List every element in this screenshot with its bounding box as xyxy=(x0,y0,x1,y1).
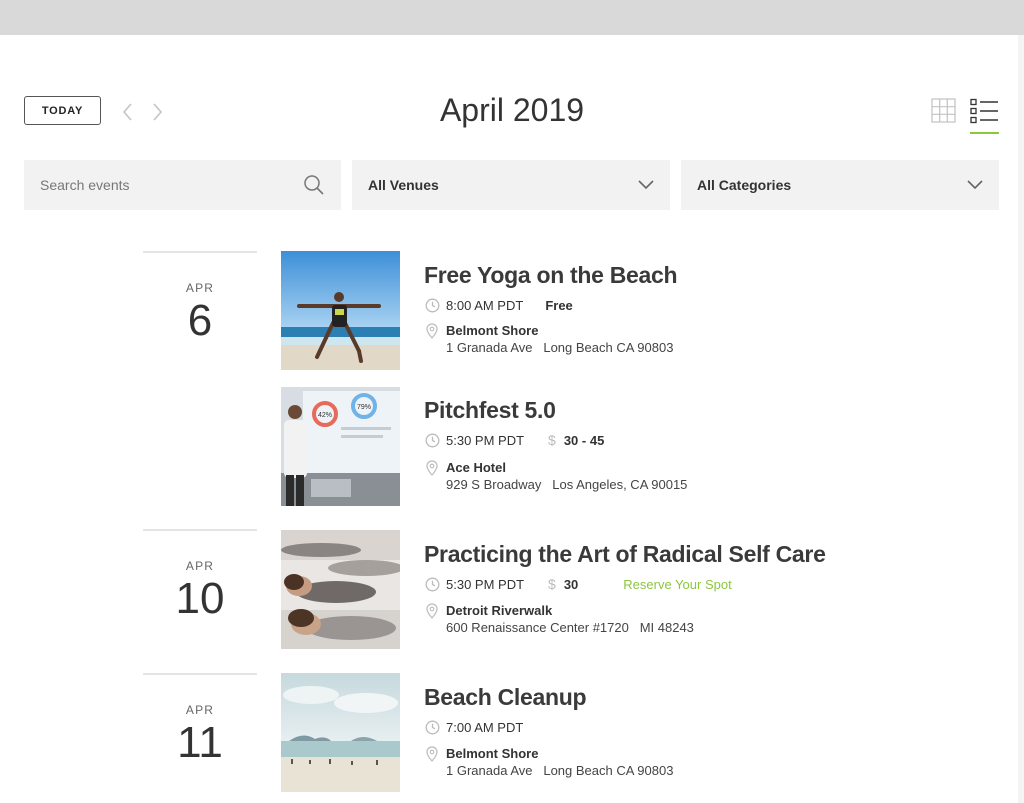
date-month: APR xyxy=(185,703,215,717)
thumb-stat-label: 79% xyxy=(357,404,371,411)
location-pin-icon xyxy=(426,603,438,619)
venue-street: 600 Renaissance Center #1720 xyxy=(446,620,629,635)
date-block: APR 6 xyxy=(143,251,257,345)
event-meta: 8:00 AM PDT Free xyxy=(424,296,573,314)
venue-name[interactable]: Detroit Riverwalk xyxy=(446,603,552,618)
search-input[interactable]: Search events xyxy=(24,160,341,210)
clock-icon xyxy=(424,297,440,313)
date-block: APR 10 xyxy=(143,529,257,623)
location-pin-icon xyxy=(426,746,438,762)
location-pin-icon xyxy=(426,323,438,339)
categories-select-value: All Categories xyxy=(697,177,792,193)
event-time: 5:30 PM PDT xyxy=(446,576,525,592)
event-meta: 7:00 AM PDT xyxy=(424,718,523,736)
browser-top-bar xyxy=(0,0,1024,35)
venue-street: 1 Granada Ave xyxy=(446,340,533,355)
venue-address: 1 Granada Ave Long Beach CA 90803 xyxy=(446,340,673,355)
venue-city: Long Beach CA 90803 xyxy=(543,340,674,355)
venue-address: 1 Granada Ave Long Beach CA 90803 xyxy=(446,763,673,778)
month-title: April 2019 xyxy=(439,92,585,128)
date-block: APR 11 xyxy=(143,673,257,767)
date-day: 10 xyxy=(175,574,225,623)
page-scrollbar[interactable] xyxy=(1018,35,1024,803)
venue-city: MI 48243 xyxy=(639,620,694,635)
venue-street: 929 S Broadway xyxy=(446,477,542,492)
location-pin-icon xyxy=(426,460,438,476)
chevron-down-icon xyxy=(638,180,654,190)
clock-icon xyxy=(424,719,440,735)
date-month: APR xyxy=(185,281,215,295)
clock-icon xyxy=(424,576,440,592)
clock-icon xyxy=(424,432,440,448)
event-cost: Free xyxy=(545,297,573,313)
grid-view-icon[interactable] xyxy=(931,98,956,123)
venue-address: 600 Renaissance Center #1720 MI 48243 xyxy=(446,620,694,635)
event-title[interactable]: Beach Cleanup xyxy=(424,684,587,711)
event-time: 7:00 AM PDT xyxy=(446,719,524,735)
list-view-icon[interactable] xyxy=(970,98,999,124)
dollar-icon: $ xyxy=(548,432,556,448)
venue-street: 1 Granada Ave xyxy=(446,763,533,778)
search-icon[interactable] xyxy=(303,174,325,196)
reserve-spot-link[interactable]: Reserve Your Spot xyxy=(623,577,731,592)
thumb-stat-label: 42% xyxy=(318,412,332,419)
venues-select[interactable]: All Venues xyxy=(352,160,670,210)
event-cost: $30 - 45 xyxy=(548,432,604,448)
venue-address: 929 S Broadway Los Angeles, CA 90015 xyxy=(446,477,687,492)
event-time: 8:00 AM PDT xyxy=(446,297,524,313)
venues-select-value: All Venues xyxy=(368,177,439,193)
venue-name[interactable]: Belmont Shore xyxy=(446,323,538,338)
event-cost-value: 30 - 45 xyxy=(563,432,605,448)
event-image-yoga[interactable] xyxy=(281,251,400,370)
event-image-beach-cleanup[interactable] xyxy=(281,673,400,792)
event-cost: $30 xyxy=(548,576,578,592)
categories-select[interactable]: All Categories xyxy=(681,160,999,210)
event-title[interactable]: Free Yoga on the Beach xyxy=(424,262,678,289)
event-meta: 5:30 PM PDT $30 Reserve Your Spot xyxy=(424,575,732,593)
event-image-pitchfest[interactable]: 42% 79% xyxy=(281,387,400,506)
event-image-self-care[interactable] xyxy=(281,530,400,649)
event-meta: 5:30 PM PDT $30 - 45 xyxy=(424,431,604,449)
chevron-down-icon xyxy=(967,180,983,190)
active-view-indicator xyxy=(970,132,999,134)
venue-name[interactable]: Ace Hotel xyxy=(446,460,506,475)
event-time: 5:30 PM PDT xyxy=(446,432,525,448)
search-placeholder: Search events xyxy=(40,177,130,193)
date-month: APR xyxy=(185,559,215,573)
event-cost-value: 30 xyxy=(563,576,579,592)
venue-city: Los Angeles, CA 90015 xyxy=(552,477,688,492)
venue-name[interactable]: Belmont Shore xyxy=(446,746,538,761)
date-day: 6 xyxy=(187,296,213,345)
event-title[interactable]: Practicing the Art of Radical Self Care xyxy=(424,541,826,568)
venue-city: Long Beach CA 90803 xyxy=(543,763,674,778)
dollar-icon: $ xyxy=(548,576,556,592)
date-day: 11 xyxy=(177,718,223,767)
event-title[interactable]: Pitchfest 5.0 xyxy=(424,397,556,424)
